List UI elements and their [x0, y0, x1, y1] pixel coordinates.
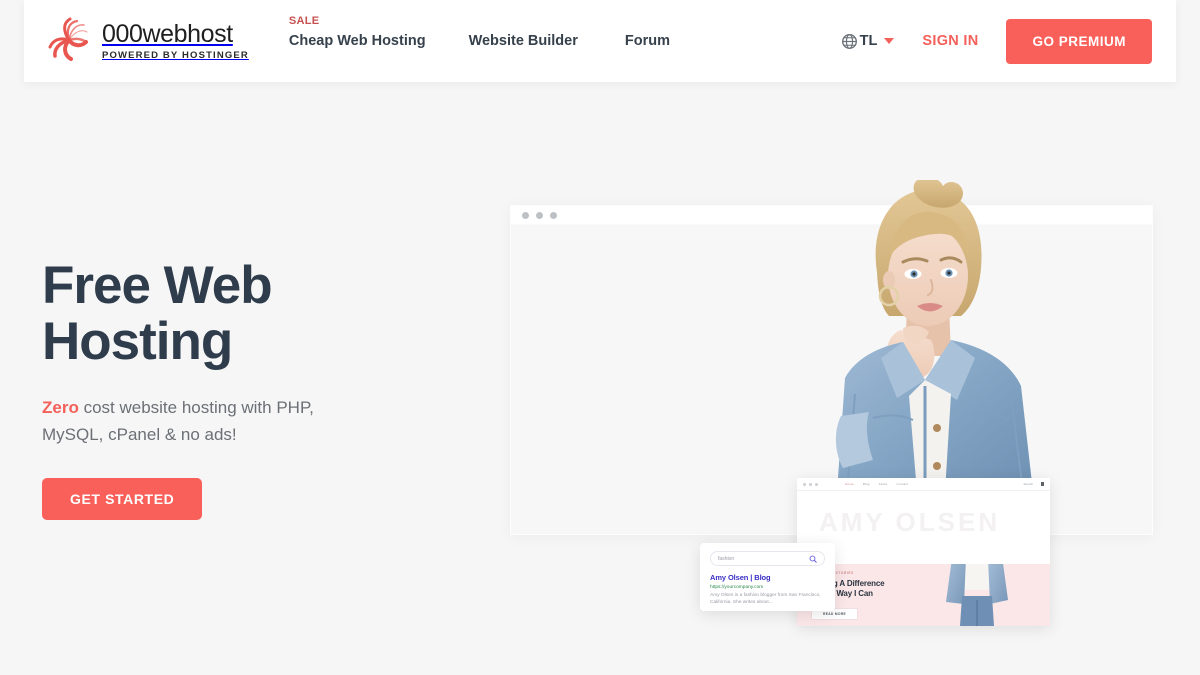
mini-nav-item-blog[interactable]: Blog	[863, 482, 870, 486]
sale-badge: SALE	[288, 15, 320, 27]
nav-item-label: Forum	[624, 33, 670, 49]
search-icon[interactable]	[809, 550, 817, 568]
mini-site-actions: Search	[1023, 482, 1044, 486]
shopping-bag-icon[interactable]	[1041, 482, 1044, 486]
globe-icon	[841, 33, 858, 50]
window-dot-icon	[809, 482, 812, 486]
model-photo-primary	[785, 180, 1070, 492]
pinwheel-swirl-logo-icon	[44, 15, 94, 67]
search-input[interactable]: fashion	[710, 551, 825, 566]
nav-item-website-builder[interactable]: Website Builder	[469, 33, 578, 49]
chevron-down-icon	[884, 38, 895, 44]
search-query-text: fashion	[718, 555, 735, 562]
window-dot-icon	[815, 482, 818, 486]
sign-in-link[interactable]: SIGN IN	[922, 33, 978, 49]
nav-item-label: Cheap Web Hosting	[288, 33, 426, 49]
mini-nav-item-home[interactable]: Home	[845, 482, 854, 486]
hero-subtitle-accent: Zero	[42, 398, 79, 418]
primary-nav: SALE Cheap Web Hosting Website Builder F…	[288, 15, 717, 49]
mini-browser-titlebar: Home Blog About Contact Search	[797, 478, 1050, 491]
page-title: Free Web Hosting	[42, 256, 273, 372]
header-actions: TL SIGN IN GO PREMIUM	[841, 18, 1152, 64]
mini-nav-item-contact[interactable]: Contact	[896, 482, 908, 486]
mini-site-nav: Home Blog About Contact	[845, 482, 917, 486]
hero-subtitle-rest: cost website hosting with PHP, MySQL, cP…	[42, 398, 314, 444]
brand-name: 000webhost	[102, 19, 233, 48]
brand-logo-link[interactable]: 000webhost POWERED BY HOSTINGER	[44, 15, 249, 67]
nav-item-label: Website Builder	[468, 33, 578, 49]
nav-item-cheap-web-hosting[interactable]: SALE Cheap Web Hosting	[288, 15, 426, 49]
page-root: 000webhost POWERED BY HOSTINGER SALE Che…	[0, 0, 1200, 675]
search-result-card: fashion Amy Olsen | Blog https://yourcom…	[700, 543, 835, 611]
nav-item-forum[interactable]: Forum	[625, 33, 670, 49]
mini-search-label[interactable]: Search	[1023, 482, 1033, 486]
hero-mockup: Home Blog About Contact Search AMY OLSEN…	[500, 180, 1200, 650]
language-selector[interactable]: TL	[841, 33, 895, 50]
search-result-url[interactable]: https://yourcompany.com	[710, 585, 825, 590]
search-result-title[interactable]: Amy Olsen | Blog	[710, 573, 825, 582]
mini-nav-item-about[interactable]: About	[879, 482, 888, 486]
model-photo-secondary	[920, 564, 1032, 626]
site-header: 000webhost POWERED BY HOSTINGER SALE Che…	[24, 0, 1176, 82]
search-result-description: Amy Olsen is a fashion blogger from San …	[710, 593, 821, 605]
window-dot-icon	[550, 211, 557, 219]
get-started-button[interactable]: GET STARTED	[42, 478, 203, 521]
mini-site-wordmark: AMY OLSEN	[819, 507, 1001, 537]
brand-tagline: POWERED BY HOSTINGER	[102, 49, 249, 61]
hero-subtitle: Zero cost website hosting with PHP, MySQ…	[42, 395, 342, 448]
brand-text: 000webhost POWERED BY HOSTINGER	[102, 19, 249, 61]
language-code: TL	[859, 33, 878, 49]
window-dot-icon	[536, 211, 543, 219]
hero-copy: Free Web Hosting Zero cost website hosti…	[42, 256, 472, 521]
window-dot-icon	[803, 482, 806, 486]
go-premium-button[interactable]: GO PREMIUM	[1006, 18, 1152, 64]
window-dot-icon	[522, 211, 529, 219]
